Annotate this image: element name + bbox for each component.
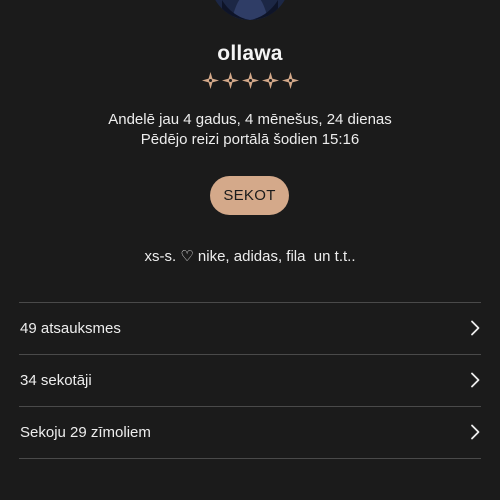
profile-username: ollawa: [217, 42, 283, 65]
last-seen-text: Pēdējo reizi portālā šodien 15:16: [140, 131, 360, 148]
followers-link-label: 34 sekotāji: [20, 372, 92, 389]
sparkle-star-icon: [201, 71, 219, 90]
member-since-text: Andelē jau 4 gadus, 4 mēnešus, 24 dienas: [108, 111, 392, 128]
sparkle-star-icon: [281, 71, 299, 90]
sparkle-star-icon: [241, 71, 259, 90]
followed-brands-link[interactable]: Sekoju 29 zīmoliem: [19, 407, 481, 459]
profile-bio: xs-s. ♡ nike, adidas, fila un t.t..: [144, 248, 356, 265]
chevron-right-icon: [471, 424, 480, 440]
avatar[interactable]: [210, 0, 290, 20]
sparkle-star-icon: [221, 71, 239, 90]
follow-button[interactable]: SEKOT: [210, 176, 289, 215]
sparkle-star-icon: [261, 71, 279, 90]
rating-stars[interactable]: [0, 71, 500, 90]
chevron-right-icon: [471, 372, 480, 388]
followed-brands-link-label: Sekoju 29 zīmoliem: [20, 424, 151, 441]
chevron-right-icon: [471, 320, 480, 336]
profile-links-list: 49 atsauksmes 34 sekotāji Sekoju 29 zīmo…: [19, 302, 481, 459]
followers-link[interactable]: 34 sekotāji: [19, 355, 481, 407]
reviews-link[interactable]: 49 atsauksmes: [19, 303, 481, 355]
reviews-link-label: 49 atsauksmes: [20, 320, 121, 337]
profile-page: ollawa Andelē jau 4 gadus, 4 mēnešus, 24…: [0, 0, 500, 500]
